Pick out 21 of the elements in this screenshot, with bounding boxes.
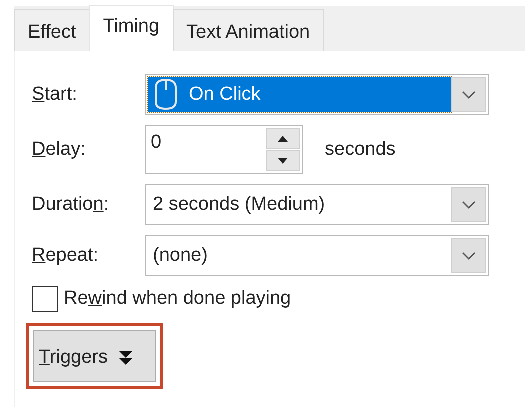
double-chevron-down-icon [118, 349, 134, 367]
dropdown-value: 2 seconds (Medium) [153, 194, 326, 216]
triggers-button[interactable]: Triggers [33, 330, 156, 382]
field-label: Delay: [32, 138, 87, 160]
dropdown-value: (none) [153, 244, 208, 266]
spin-up-icon[interactable] [266, 128, 300, 149]
spin-down-icon[interactable] [266, 150, 300, 171]
tab[interactable]: Text Animation [172, 9, 324, 51]
dropdown-value: On Click [189, 84, 261, 106]
field-label: Duration: [32, 194, 110, 216]
tab[interactable]: Effect [14, 9, 90, 51]
delay-field[interactable]: 0 [145, 125, 303, 174]
unit-label: seconds [325, 138, 396, 160]
dropdown[interactable]: (none) [145, 235, 489, 276]
field-label: Start: [32, 84, 78, 106]
tab[interactable]: Timing [89, 5, 174, 51]
checkbox-label: Rewind when done playing [64, 288, 292, 310]
checkbox[interactable] [32, 286, 58, 312]
field-label: Repeat: [32, 244, 100, 266]
dropdown[interactable]: On Click [145, 74, 489, 115]
dropdown[interactable]: 2 seconds (Medium) [145, 184, 489, 225]
